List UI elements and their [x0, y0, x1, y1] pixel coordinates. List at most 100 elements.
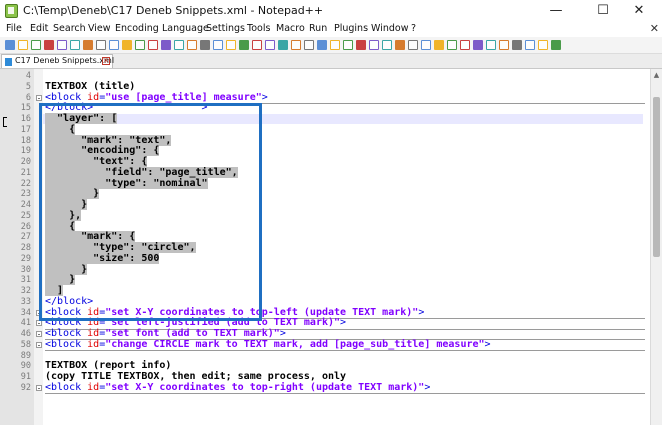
- close-icon[interactable]: [57, 40, 67, 50]
- code-token: >: [484, 338, 491, 350]
- replace-icon[interactable]: [174, 40, 184, 50]
- fold-toggle-icon[interactable]: [36, 94, 42, 101]
- menu-run[interactable]: Run: [309, 23, 327, 34]
- line-number: 28: [20, 243, 31, 253]
- code-line[interactable]: <block id="set font (add to TEXT mark)">: [45, 329, 286, 339]
- plugin-5-icon[interactable]: [460, 40, 470, 50]
- run-macro-multi-icon[interactable]: [382, 40, 392, 50]
- monitor-icon[interactable]: [330, 40, 340, 50]
- code-token: >: [418, 306, 425, 318]
- menu-macro[interactable]: Macro: [276, 23, 305, 34]
- menu-tools[interactable]: Tools: [247, 23, 270, 34]
- redo-icon[interactable]: [148, 40, 158, 50]
- menu-file[interactable]: File: [6, 23, 22, 34]
- tab-close-icon[interactable]: ✕: [102, 57, 110, 65]
- menu-plugins[interactable]: Plugins: [334, 23, 368, 34]
- save-macro-icon[interactable]: [395, 40, 405, 50]
- plugin-7-icon[interactable]: [486, 40, 496, 50]
- code-line[interactable]: <block id="change CIRCLE mark to TEXT ma…: [45, 338, 491, 350]
- doc-map-icon[interactable]: [291, 40, 301, 50]
- all-chars-icon[interactable]: [252, 40, 262, 50]
- fold-toggle-icon[interactable]: [36, 341, 42, 348]
- zoom-in-icon[interactable]: [187, 40, 197, 50]
- minimize-button[interactable]: —: [533, 0, 579, 22]
- function-list-icon[interactable]: [304, 40, 314, 50]
- line-number: 16: [20, 114, 31, 124]
- print-icon[interactable]: [83, 40, 93, 50]
- close-document-icon[interactable]: ✕: [650, 22, 659, 35]
- plugin-2-icon[interactable]: [421, 40, 431, 50]
- line-number: 17: [20, 124, 31, 135]
- paste-icon[interactable]: [122, 40, 132, 50]
- undo-icon[interactable]: [135, 40, 145, 50]
- line-number: 29: [20, 253, 31, 264]
- folded-block-underline: [45, 350, 645, 351]
- zoom-out-icon[interactable]: [200, 40, 210, 50]
- find-icon[interactable]: [161, 40, 171, 50]
- plugin-8-icon[interactable]: [499, 40, 509, 50]
- close-all-icon[interactable]: [70, 40, 80, 50]
- menu-window[interactable]: Window: [371, 23, 408, 34]
- vertical-scrollbar[interactable]: ▲: [650, 69, 662, 425]
- plugin-11-icon[interactable]: [538, 40, 548, 50]
- code-token: <block: [45, 91, 88, 103]
- line-number: 24: [20, 200, 31, 210]
- line-number: 58: [20, 339, 31, 350]
- udl-icon[interactable]: [278, 40, 288, 50]
- menu-encoding[interactable]: Encoding: [115, 23, 159, 34]
- line-number: 18: [20, 135, 31, 146]
- plugin-6-icon[interactable]: [473, 40, 483, 50]
- line-number: 20: [20, 157, 31, 167]
- play-macro-icon[interactable]: [369, 40, 379, 50]
- stop-macro-icon[interactable]: [356, 40, 366, 50]
- code-line[interactable]: <block id="set X-Y coordinates to top-ri…: [45, 382, 430, 393]
- code-line[interactable]: <block id="use [page_title] measure">: [45, 91, 268, 103]
- cut-icon[interactable]: [96, 40, 106, 50]
- line-number: 27: [20, 232, 31, 243]
- plugin-3-icon[interactable]: [434, 40, 444, 50]
- word-wrap-icon[interactable]: [239, 40, 249, 50]
- line-number: 34: [20, 307, 31, 318]
- menu-edit[interactable]: Edit: [30, 23, 48, 34]
- line-number: 46: [20, 329, 31, 339]
- save-all-icon[interactable]: [44, 40, 54, 50]
- line-number: 25: [20, 210, 31, 221]
- line-number: 21: [20, 167, 31, 178]
- code-token: >: [340, 317, 347, 329]
- folder-workspace-icon[interactable]: [317, 40, 327, 50]
- menu-help[interactable]: ?: [411, 23, 416, 34]
- save-icon[interactable]: [31, 40, 41, 50]
- close-window-button[interactable]: ✕: [616, 0, 662, 22]
- highlight-frame: [39, 103, 262, 321]
- plugin-1-icon[interactable]: [408, 40, 418, 50]
- plugin-10-icon[interactable]: [525, 40, 535, 50]
- open-file-icon[interactable]: [18, 40, 28, 50]
- scroll-thumb[interactable]: [653, 97, 660, 257]
- copy-icon[interactable]: [109, 40, 119, 50]
- menu-settings[interactable]: Settings: [206, 23, 245, 34]
- scroll-up-arrow-icon[interactable]: ▲: [651, 70, 662, 80]
- code-line[interactable]: TEXTBOX (report info): [45, 361, 171, 371]
- code-token: <block: [45, 338, 88, 350]
- plugin-12-icon[interactable]: [551, 40, 561, 50]
- menu-bar: File Edit Search View Encoding Language …: [0, 22, 662, 37]
- plugin-9-icon[interactable]: [512, 40, 522, 50]
- new-file-icon[interactable]: [5, 40, 15, 50]
- code-line[interactable]: (copy TITLE TEXTBOX, then edit; same pro…: [45, 372, 346, 382]
- plugin-4-icon[interactable]: [447, 40, 457, 50]
- line-number: 89: [20, 350, 31, 361]
- fold-toggle-icon[interactable]: [36, 331, 42, 337]
- indent-guide-icon[interactable]: [265, 40, 275, 50]
- code-line[interactable]: TEXTBOX (title): [45, 81, 135, 92]
- sync-h-icon[interactable]: [226, 40, 236, 50]
- fold-toggle-icon[interactable]: [36, 384, 42, 391]
- record-macro-icon[interactable]: [343, 40, 353, 50]
- tab-c17-deneb-snippets[interactable]: C17 Deneb Snippets.xml ✕: [1, 54, 115, 68]
- menu-language[interactable]: Language: [162, 23, 209, 34]
- menu-view[interactable]: View: [88, 23, 111, 34]
- sync-v-icon[interactable]: [213, 40, 223, 50]
- window-title: C:\Temp\Deneb\C17 Deneb Snippets.xml - N…: [23, 4, 324, 17]
- fold-toggle-icon[interactable]: [36, 320, 42, 327]
- tab-label: C17 Deneb Snippets.xml: [15, 56, 115, 65]
- menu-search[interactable]: Search: [53, 23, 86, 34]
